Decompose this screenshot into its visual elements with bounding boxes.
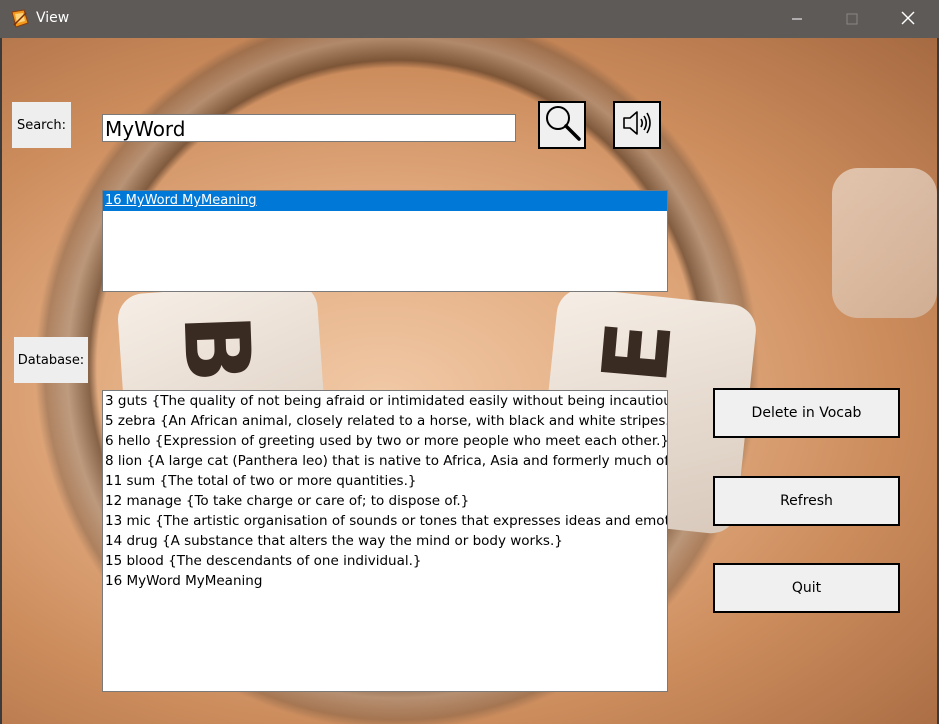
close-icon [901,10,915,29]
database-list-item[interactable]: 3 guts {The quality of not being afraid … [103,391,667,411]
database-list-item[interactable]: 5 zebra {An African animal, closely rela… [103,411,667,431]
magnifier-icon [542,103,582,147]
database-list-item[interactable]: 15 blood {The descendants of one individ… [103,551,667,571]
speaker-icon [620,108,654,142]
database-list-item[interactable]: 16 MyWord MyMeaning [103,571,667,591]
title-bar: View [0,0,939,38]
search-result-item[interactable]: 16 MyWord MyMeaning [103,191,667,211]
database-list-item[interactable]: 6 hello {Expression of greeting used by … [103,431,667,451]
database-list-item[interactable]: 14 drug {A substance that alters the way… [103,531,667,551]
database-list-item[interactable]: 13 mic {The artistic organisation of sou… [103,511,667,531]
database-list[interactable]: 3 guts {The quality of not being afraid … [102,390,668,692]
database-list-item[interactable]: 12 manage {To take charge or care of; to… [103,491,667,511]
maximize-icon [846,10,858,29]
main-window: B E Search: 16 MyWord MyMeaning Database… [2,38,937,724]
search-results-list[interactable]: 16 MyWord MyMeaning [102,190,668,292]
search-input[interactable] [102,114,516,142]
window-title: View [36,10,70,26]
search-button[interactable] [538,101,586,149]
refresh-button[interactable]: Refresh [713,476,900,526]
delete-in-vocab-button[interactable]: Delete in Vocab [713,388,900,438]
database-list-item[interactable]: 8 lion {A large cat (Panthera leo) that … [103,451,667,471]
minimize-icon [791,10,803,29]
search-label: Search: [12,102,71,148]
close-button[interactable] [885,0,931,38]
background-die-glyph-b: B [162,312,270,385]
speak-button[interactable] [613,101,661,149]
background-die-glyph-e: E [582,317,693,388]
database-list-item[interactable]: 11 sum {The total of two or more quantit… [103,471,667,491]
maximize-button[interactable] [829,0,875,38]
app-icon [10,9,30,29]
background-die-far [832,168,937,318]
quit-button[interactable]: Quit [713,563,900,613]
database-label: Database: [14,337,88,383]
minimize-button[interactable] [774,0,820,38]
